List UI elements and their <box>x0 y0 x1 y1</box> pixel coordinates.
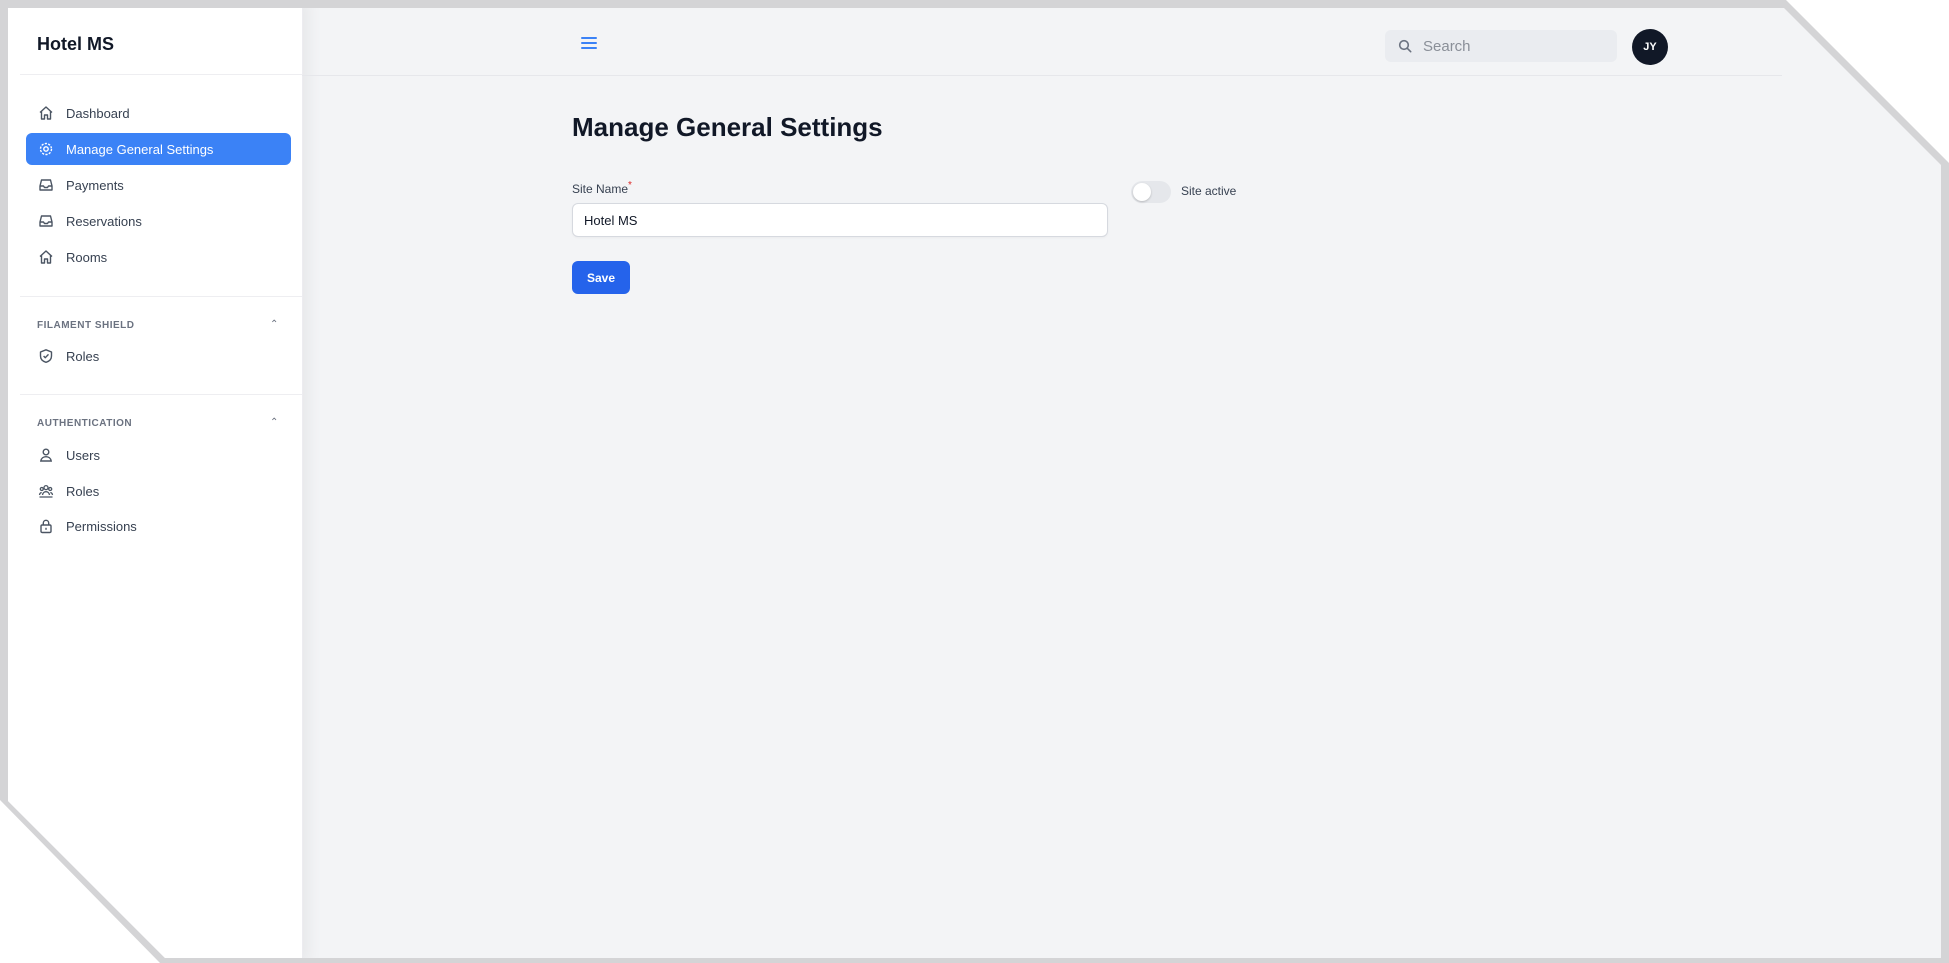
user-group-icon <box>37 482 55 500</box>
topbar-divider <box>302 75 1782 76</box>
search-icon <box>1397 38 1413 54</box>
user-avatar[interactable]: JY <box>1632 29 1668 65</box>
sidebar-item-rooms[interactable]: Rooms <box>26 241 291 273</box>
chevron-up-icon[interactable]: ⌃ <box>270 417 278 428</box>
sidebar-item-users[interactable]: Users <box>26 439 291 471</box>
group-label-authentication: AUTHENTICATION <box>37 418 133 429</box>
site-name-label-text: Site Name <box>572 182 629 196</box>
brand-title[interactable]: Hotel MS <box>37 34 114 55</box>
cog-icon <box>37 140 55 158</box>
home-icon <box>37 104 55 122</box>
inbox-icon <box>37 212 55 230</box>
sidebar-item-label: Dashboard <box>66 105 130 121</box>
search-input[interactable] <box>1421 36 1595 56</box>
sidebar-item-label: Payments <box>66 177 124 193</box>
sidebar-item-manage-general-settings[interactable]: Manage General Settings <box>26 133 291 165</box>
lock-icon <box>37 517 55 535</box>
group-label-filament-shield: FILAMENT SHIELD <box>37 320 135 331</box>
site-name-label: Site Name* <box>572 180 632 196</box>
sidebar-item-label: Manage General Settings <box>66 141 214 157</box>
sidebar-divider <box>20 296 302 297</box>
sidebar-divider <box>20 394 302 395</box>
inbox-icon <box>37 176 55 194</box>
sidebar: Hotel MS Dashboard Manage General Settin… <box>8 8 303 958</box>
sidebar-item-label: Roles <box>66 483 100 499</box>
sidebar-item-reservations[interactable]: Reservations <box>26 205 291 237</box>
global-search[interactable] <box>1385 30 1617 62</box>
sidebar-item-label: Roles <box>66 348 100 364</box>
hamburger-menu-icon[interactable] <box>580 36 598 50</box>
sidebar-item-label: Rooms <box>66 249 108 265</box>
app-window: Hotel MS Dashboard Manage General Settin… <box>8 8 1941 958</box>
user-icon <box>37 446 55 464</box>
sidebar-item-payments[interactable]: Payments <box>26 169 291 201</box>
save-button[interactable]: Save <box>572 261 630 294</box>
sidebar-item-label: Users <box>66 447 100 463</box>
toggle-knob <box>1133 183 1151 201</box>
sidebar-divider <box>20 74 302 75</box>
required-marker: * <box>628 180 632 191</box>
sidebar-item-dashboard[interactable]: Dashboard <box>26 97 291 129</box>
site-active-toggle[interactable] <box>1131 181 1171 203</box>
sidebar-item-shield-roles[interactable]: Roles <box>26 340 291 372</box>
sidebar-item-auth-roles[interactable]: Roles <box>26 475 291 507</box>
page-title: Manage General Settings <box>572 112 883 142</box>
shield-check-icon <box>37 347 55 365</box>
site-active-label: Site active <box>1181 184 1237 198</box>
home-icon <box>37 248 55 266</box>
sidebar-item-label: Reservations <box>66 213 142 229</box>
sidebar-item-label: Permissions <box>66 518 137 534</box>
chevron-up-icon[interactable]: ⌃ <box>270 319 278 330</box>
sidebar-item-permissions[interactable]: Permissions <box>26 510 291 542</box>
site-name-input[interactable] <box>572 203 1108 237</box>
